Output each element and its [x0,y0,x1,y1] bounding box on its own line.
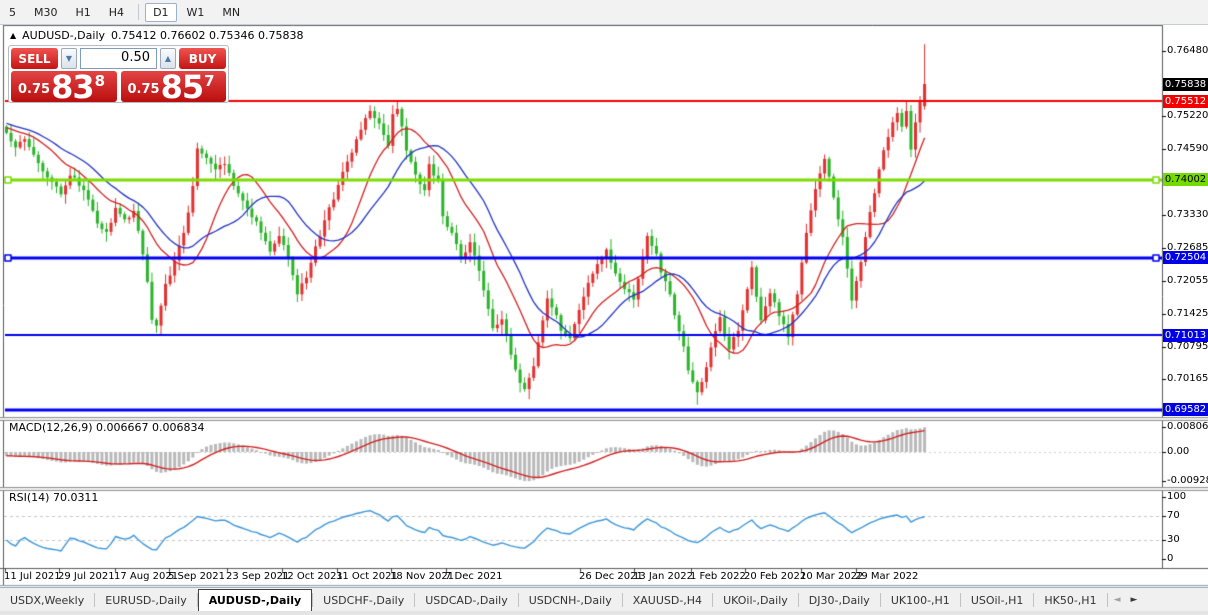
chevron-up-icon: ▲ [165,54,171,63]
price-badge: 0.75838 [1163,78,1208,91]
tab-nav: ◄► [1114,588,1138,612]
sell-button[interactable]: SELL [11,48,58,69]
symbol-name: AUDUSD-,Daily [22,29,105,42]
status-strip [0,611,1208,615]
tab-ukoil-daily[interactable]: UKOil-,Daily [713,588,798,612]
tab-eurusd-daily[interactable]: EURUSD-,Daily [95,588,196,612]
rsi-tick-label: 30 [1167,534,1180,545]
timeframe-button-d1[interactable]: D1 [145,3,176,22]
timeframe-toolbar: 5M30H1H4 D1W1MN [0,0,1208,25]
rsi-tick-label: 100 [1167,491,1186,502]
price-badge: 0.71013 [1163,329,1208,342]
symbol-info-row: ▲ AUDUSD-,Daily 0.75412 0.76602 0.75346 … [10,29,303,42]
price-badge: 0.74002 [1163,173,1208,186]
rsi-tick-label: 70 [1167,510,1180,521]
timeframe-button-mn[interactable]: MN [214,3,248,22]
timeframe-button-w1[interactable]: W1 [179,3,213,22]
timeframe-button-h4[interactable]: H4 [101,3,132,22]
macd-tick-label: 0.008061 [1167,421,1208,432]
tab-usdcnh-daily[interactable]: USDCNH-,Daily [519,588,622,612]
price-badge: 0.69582 [1163,403,1208,416]
rsi-tick-label: 0 [1167,553,1173,564]
price-tick-label: 0.76480 [1167,45,1208,56]
date-label: 12 Oct 2021 [281,571,343,582]
date-label: 11 Jul 2021 [4,571,61,582]
tab-separator [1107,593,1108,607]
tab-scroll-right-icon[interactable]: ► [1131,595,1138,605]
date-label: 13 Jan 2022 [633,571,693,582]
date-label: 23 Sep 2021 [226,571,289,582]
trading-terminal: 5M30H1H4 D1W1MN ▲ AUDUSD-,Daily 0.75412 0… [0,0,1208,615]
price-tick-label: 0.70165 [1167,373,1208,384]
tab-hk50-h1[interactable]: HK50-,H1 [1034,588,1106,612]
tab-usdchf-daily[interactable]: USDCHF-,Daily [313,588,414,612]
macd-tick-label: -0.00928 [1167,475,1208,486]
chart-tab-bar: USDX,WeeklyEURUSD-,DailyAUDUSD-,DailyUSD… [0,587,1208,612]
date-label: 1 Feb 2022 [690,571,746,582]
price-tick-label: 0.75220 [1167,110,1208,121]
collapse-panel-icon[interactable]: ▲ [10,32,16,40]
timeframe-button-h1[interactable]: H1 [68,3,99,22]
price-tick-label: 0.72055 [1167,275,1208,286]
price-badge: 0.72504 [1163,251,1208,264]
buy-price-small: 0.75 [128,82,160,97]
date-label: 5 Sep 2021 [168,571,225,582]
timeframe-button-5[interactable]: 5 [1,3,24,22]
sell-price-small: 0.75 [18,82,50,97]
volume-increase-button[interactable]: ▲ [160,48,176,69]
price-badge: 0.75512 [1163,95,1208,108]
volume-input[interactable]: 0.50 [80,48,157,69]
symbol-ohlc: 0.75412 0.76602 0.75346 0.75838 [111,29,303,42]
buy-price-sup: 7 [204,72,214,90]
price-tick-label: 0.74590 [1167,143,1208,154]
volume-decrease-button[interactable]: ▼ [61,48,77,69]
sell-price-box[interactable]: 0.75 83 8 [11,71,117,102]
sell-price-sup: 8 [95,72,105,90]
timeframe-button-m30[interactable]: M30 [26,3,66,22]
tab-xauusd-h4[interactable]: XAUUSD-,H4 [623,588,712,612]
date-label: 29 Mar 2022 [855,571,918,582]
rsi-label: RSI(14) 70.0311 [9,491,98,504]
buy-price-big: 85 [161,74,204,100]
price-tick-label: 0.71425 [1167,308,1208,319]
date-label: 7 Dec 2021 [445,571,503,582]
date-label: 10 Mar 2022 [800,571,863,582]
tab-usdcad-daily[interactable]: USDCAD-,Daily [415,588,517,612]
tab-audusd-daily[interactable]: AUDUSD-,Daily [198,589,312,612]
date-label: 29 Jul 2021 [58,571,115,582]
buy-price-box[interactable]: 0.75 85 7 [121,71,227,102]
toolbar-separator [138,4,139,20]
chevron-down-icon: ▼ [66,54,72,63]
price-tick-label: 0.73330 [1167,209,1208,220]
one-click-trade-panel: SELL ▼ 0.50 ▲ BUY 0.75 83 8 0.75 85 7 [8,45,229,103]
tab-dj30-daily[interactable]: DJ30-,Daily [799,588,880,612]
tab-scroll-left-icon[interactable]: ◄ [1114,595,1121,605]
date-label: 31 Oct 2021 [336,571,398,582]
tab-usdx-weekly[interactable]: USDX,Weekly [0,588,94,612]
price-tick-label: 0.70795 [1167,341,1208,352]
tab-uk100-h1[interactable]: UK100-,H1 [881,588,960,612]
date-label: 20 Feb 2022 [744,571,806,582]
buy-button[interactable]: BUY [179,48,226,69]
sell-price-big: 83 [51,74,94,100]
tab-usoil-h1[interactable]: USOil-,H1 [961,588,1034,612]
macd-label: MACD(12,26,9) 0.006667 0.006834 [9,421,205,434]
macd-tick-label: 0.00 [1167,446,1189,457]
